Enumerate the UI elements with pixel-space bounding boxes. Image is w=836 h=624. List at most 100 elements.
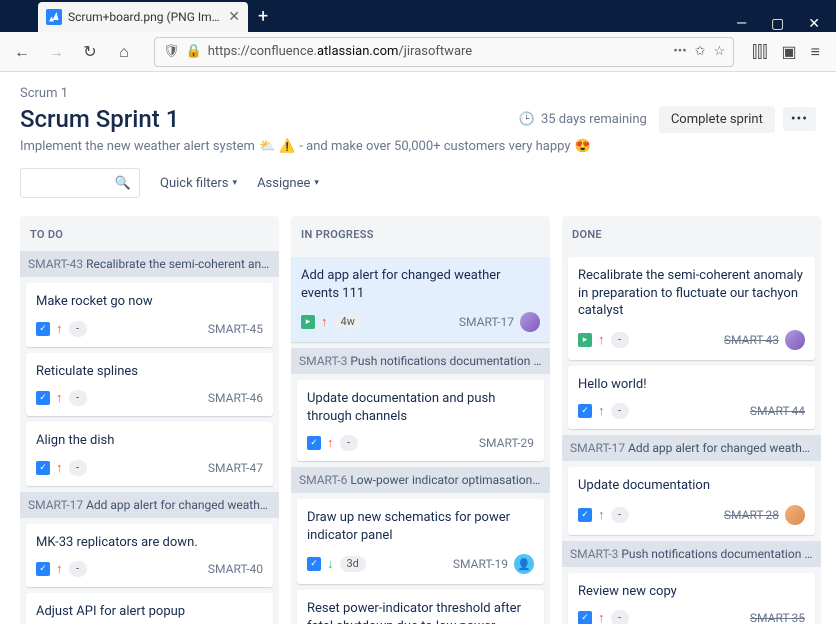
tab-title: Scrum+board.png (PNG Image xyxy=(68,10,222,24)
task-type-icon: ✓ xyxy=(578,508,592,522)
breadcrumb[interactable]: Scrum 1 xyxy=(20,86,816,101)
maximize-button[interactable]: ▢ xyxy=(771,16,784,32)
estimate-badge: - xyxy=(611,332,629,348)
card-title: Make rocket go now xyxy=(36,293,263,311)
issue-card[interactable]: Update documentation and push through ch… xyxy=(297,380,544,461)
swimlane-header[interactable]: SMART-3 Push notifications documentation… xyxy=(562,541,821,567)
assignee-avatar xyxy=(785,330,805,350)
issue-card[interactable]: Add app alert for changed weather events… xyxy=(291,257,550,342)
quick-filters-dropdown[interactable]: Quick filters▾ xyxy=(160,176,237,191)
priority-high-icon: ↑ xyxy=(56,460,63,476)
pocket-icon[interactable]: ☆ xyxy=(714,44,726,59)
swimlane-header[interactable]: SMART-6 Low-power indicator optimasation… xyxy=(291,467,550,493)
task-type-icon: ✓ xyxy=(307,557,321,571)
url-text: https://confluence.atlassian.com/jirasof… xyxy=(208,44,666,59)
back-button[interactable]: ← xyxy=(10,40,34,64)
close-button[interactable]: ✕ xyxy=(808,16,820,32)
page-actions-icon[interactable]: ••• xyxy=(673,44,686,59)
task-type-icon: ✓ xyxy=(36,562,50,576)
swimlane-header[interactable]: SMART-17 Add app alert for changed weath… xyxy=(20,492,279,518)
complete-sprint-button[interactable]: Complete sprint xyxy=(659,106,775,133)
priority-high-icon: ↑ xyxy=(598,332,605,348)
issue-key: SMART-45 xyxy=(208,322,263,336)
card-title: Add app alert for changed weather events… xyxy=(301,267,540,302)
estimate-badge: 4w xyxy=(334,314,362,330)
issue-card[interactable]: Recalibrate the semi-coherent anomaly in… xyxy=(568,257,815,360)
url-bar[interactable]: 🛡 🔒 https://confluence.atlassian.com/jir… xyxy=(154,37,734,67)
library-icon[interactable]: ⫿⫿⫿ xyxy=(752,42,767,62)
issue-key: SMART-40 xyxy=(208,562,263,576)
issue-card[interactable]: Hello world! ✓↑-SMART-44 xyxy=(568,366,815,430)
issue-card[interactable]: Draw up new schematics for power indicat… xyxy=(297,499,544,584)
swimlane-header[interactable]: SMART-3 Push notifications documentation… xyxy=(291,348,550,374)
priority-high-icon: ↑ xyxy=(56,561,63,577)
priority-high-icon: ↑ xyxy=(321,314,328,330)
search-input[interactable]: 🔍 xyxy=(20,168,140,198)
story-type-icon: ▸ xyxy=(578,333,592,347)
column-done: DONE Recalibrate the semi-coherent anoma… xyxy=(562,216,821,624)
new-tab-button[interactable]: + xyxy=(248,6,278,27)
chevron-down-icon: ▾ xyxy=(314,178,319,188)
assignee-avatar: 👤 xyxy=(514,554,534,574)
priority-high-icon: ↑ xyxy=(598,507,605,523)
issue-card[interactable]: Align the dish ✓↑-SMART-47 xyxy=(26,422,273,486)
window-controls: — ▢ ✕ xyxy=(736,16,836,32)
home-button[interactable]: ⌂ xyxy=(112,40,136,64)
more-actions-button[interactable]: ••• xyxy=(783,107,816,131)
minimize-button[interactable]: — xyxy=(736,16,747,32)
issue-card[interactable]: Make rocket go now ✓↑-SMART-45 xyxy=(26,283,273,347)
task-type-icon: ✓ xyxy=(578,404,592,418)
task-type-icon: ✓ xyxy=(36,461,50,475)
swimlane-header[interactable]: SMART-17 Add app alert for changed weath… xyxy=(562,435,821,461)
reload-button[interactable]: ↻ xyxy=(78,40,102,64)
issue-card[interactable]: MK-33 replicators are down. ✓↑-SMART-40 xyxy=(26,524,273,588)
card-title: Draw up new schematics for power indicat… xyxy=(307,509,534,544)
sprint-goal: Implement the new weather alert system ⛅… xyxy=(20,139,816,154)
days-remaining: 🕒35 days remaining xyxy=(519,112,647,127)
tab-close-icon[interactable]: ✕ xyxy=(228,9,240,25)
estimate-badge: 3d xyxy=(340,556,366,572)
issue-card[interactable]: Review new copy ✓↑-SMART-35 xyxy=(568,573,815,624)
heart-eyes-icon: 😍 xyxy=(575,139,591,154)
card-title: Review new copy xyxy=(578,583,805,601)
card-title: Update documentation xyxy=(578,477,805,495)
browser-tab[interactable]: Scrum+board.png (PNG Image ✕ xyxy=(38,2,248,32)
issue-key: SMART-29 xyxy=(479,436,534,450)
browser-titlebar: Scrum+board.png (PNG Image ✕ + — ▢ ✕ xyxy=(0,0,836,32)
menu-icon[interactable]: ≡ xyxy=(811,42,820,62)
priority-low-icon: ↓ xyxy=(327,556,334,572)
atlassian-logo-icon xyxy=(46,9,62,25)
priority-high-icon: ↑ xyxy=(327,435,334,451)
estimate-badge: - xyxy=(69,561,87,577)
issue-key: SMART-46 xyxy=(208,391,263,405)
lock-icon: 🔒 xyxy=(186,44,202,59)
sidebar-icon[interactable]: ▣ xyxy=(782,42,797,62)
issue-card[interactable]: Reticulate splines ✓↑-SMART-46 xyxy=(26,353,273,417)
card-title: Update documentation and push through ch… xyxy=(307,390,534,425)
issue-card[interactable]: Update documentation ✓↑-SMART-28 xyxy=(568,467,815,535)
card-title: Adjust API for alert popup xyxy=(36,603,263,621)
estimate-badge: - xyxy=(69,460,87,476)
estimate-badge: - xyxy=(340,435,358,451)
task-type-icon: ✓ xyxy=(36,391,50,405)
assignee-dropdown[interactable]: Assignee▾ xyxy=(257,176,319,191)
page-content: Scrum 1 Scrum Sprint 1 🕒35 days remainin… xyxy=(0,72,836,624)
issue-key: SMART-19 xyxy=(453,557,508,571)
column-in-progress: IN PROGRESS Add app alert for changed we… xyxy=(291,216,550,624)
bookmark-icon[interactable]: ✩ xyxy=(695,44,706,59)
sun-icon: ⛅ xyxy=(259,139,275,154)
assignee-avatar xyxy=(785,505,805,525)
issue-card[interactable]: Reset power-indicator threshold after fa… xyxy=(297,590,544,624)
issue-key: SMART-44 xyxy=(750,404,805,418)
forward-button[interactable]: → xyxy=(44,40,68,64)
assignee-avatar xyxy=(520,312,540,332)
clock-icon: 🕒 xyxy=(519,112,535,127)
browser-toolbar: ← → ↻ ⌂ 🛡 🔒 https://confluence.atlassian… xyxy=(0,32,836,72)
swimlane-header[interactable]: SMART-43 Recalibrate the semi-coherent a… xyxy=(20,251,279,277)
issue-card[interactable]: Adjust API for alert popup ✓↑-SMART-39 xyxy=(26,593,273,624)
issue-key: SMART-43 xyxy=(724,333,779,347)
card-title: Reset power-indicator threshold after fa… xyxy=(307,600,534,624)
estimate-badge: - xyxy=(611,610,629,624)
estimate-badge: - xyxy=(611,403,629,419)
issue-key: SMART-28 xyxy=(724,508,779,522)
